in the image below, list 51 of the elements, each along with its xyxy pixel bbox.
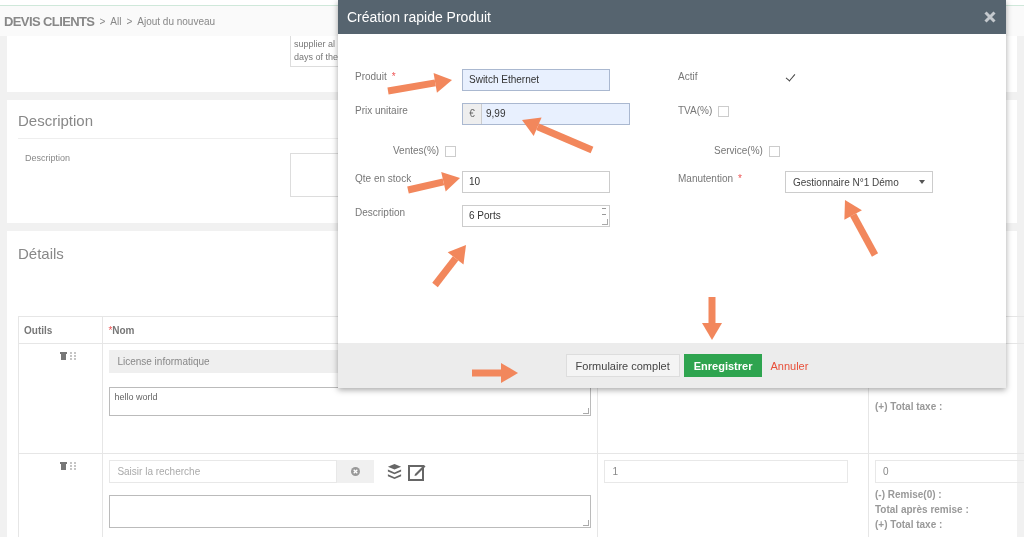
field-label: Actif (678, 70, 698, 82)
note-line: supplier al (294, 38, 336, 51)
field-label: Qte en stock (355, 172, 412, 184)
chevron-icon: > (126, 15, 133, 27)
cancel-link[interactable]: Annuler (770, 359, 809, 372)
annotation-arrow (844, 200, 879, 257)
breadcrumb-link[interactable]: Ajout du nouveau (137, 15, 216, 27)
field-label: Description (24, 153, 72, 165)
chevron-icon: > (99, 15, 106, 27)
annotation-arrow (522, 117, 594, 154)
note-field[interactable] (109, 495, 592, 528)
currency-symbol: € (463, 104, 482, 124)
handler-dropdown[interactable]: Gestionnaire N°1 Démo (785, 171, 933, 193)
total-label: (-) Remise(0) : (875, 488, 943, 502)
price-value: 9,99 (482, 104, 629, 124)
field-label: Description (355, 206, 406, 218)
trash-icon[interactable] (60, 462, 68, 470)
drag-handle-icon[interactable] (70, 462, 77, 470)
clear-button[interactable] (337, 460, 375, 483)
quantity-field[interactable]: 1 (604, 460, 849, 483)
field-label: Manutention * (678, 172, 742, 184)
total-label: (+) Total taxe : (875, 400, 944, 414)
total-label: Total après remise : (875, 503, 970, 517)
edit-icon[interactable] (408, 462, 427, 481)
text-field[interactable]: 10 (462, 171, 610, 193)
annotation-arrow (432, 245, 466, 288)
boxes-icon[interactable] (386, 463, 404, 480)
module-title[interactable]: DEVIS CLIENTS (4, 13, 95, 29)
breadcrumb-link[interactable]: All (110, 15, 122, 27)
annotation-arrow (387, 73, 452, 95)
drag-handle-icon[interactable] (70, 352, 77, 360)
clear-icon (351, 467, 361, 476)
column-header: Outils (18, 316, 103, 344)
full-form-button[interactable]: Formulaire complet (565, 354, 680, 377)
total-label: (+) Total taxe : (875, 518, 944, 532)
field-label: TVA(%) (678, 104, 713, 116)
field-label: Service(%) (714, 144, 763, 157)
modal-title: Création rapide Produit (347, 9, 491, 25)
price-field[interactable]: € 9,99 (462, 103, 630, 125)
trash-icon[interactable] (60, 352, 68, 360)
field-label: Ventes(%) (393, 144, 440, 157)
close-icon[interactable] (984, 11, 996, 23)
price-field[interactable]: 0 (875, 460, 1024, 483)
caret-icon (919, 180, 925, 184)
description-field[interactable]: 6 Ports (462, 205, 610, 227)
text-field[interactable]: Switch Ethernet (462, 69, 610, 91)
field-label: Produit * (355, 70, 396, 82)
section-title: Détails (18, 244, 64, 262)
field-label: Prix unitaire (355, 104, 408, 116)
note-line: days of the (294, 51, 339, 64)
save-button[interactable]: Enregistrer (683, 354, 763, 377)
